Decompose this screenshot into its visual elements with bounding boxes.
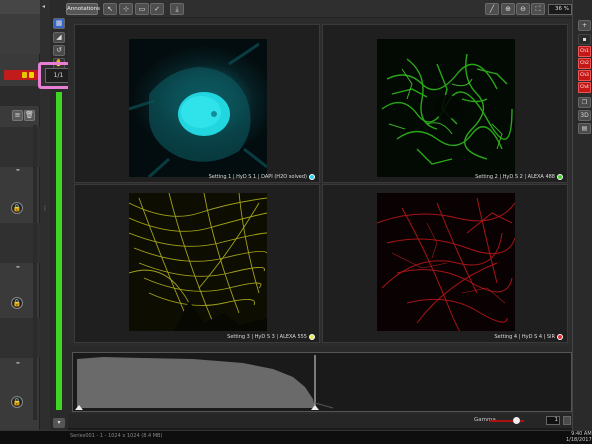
gamma-slider-handle[interactable] bbox=[513, 417, 520, 424]
channel-button-1[interactable]: Ch1 bbox=[578, 46, 591, 57]
yellow-indicator-1 bbox=[22, 72, 27, 78]
cyan-cell-drawing bbox=[129, 42, 267, 177]
3d-icon[interactable]: 3D bbox=[578, 110, 591, 121]
gradient-icon[interactable]: ◢ bbox=[53, 32, 65, 43]
select-icon[interactable]: ↖ bbox=[103, 3, 117, 15]
green-mitochondria-drawing bbox=[381, 53, 513, 165]
reset-icon[interactable]: ↺ bbox=[53, 45, 65, 56]
ortho-icon[interactable]: ▤ bbox=[578, 123, 591, 134]
yellow-indicator-2 bbox=[29, 72, 34, 78]
zoom-field[interactable]: 36 % bbox=[548, 4, 572, 15]
gamma-stepper[interactable] bbox=[563, 416, 571, 425]
channel-label-text: Setting 3 | HyD S 3 | ALEXA 555 bbox=[227, 334, 307, 340]
overlay-icon[interactable]: ▪ bbox=[578, 34, 591, 45]
channel-panel-4[interactable]: Setting 4 | HyD S 4 | SIR bbox=[322, 184, 568, 343]
zoom-out-icon[interactable]: ⊖ bbox=[516, 3, 530, 15]
channel-image-yellow[interactable] bbox=[129, 193, 267, 331]
clock: 9:40 AM 1/18/2017 bbox=[566, 431, 592, 443]
gamma-value-field[interactable]: 1 bbox=[546, 416, 560, 425]
channel-color-dot[interactable] bbox=[557, 334, 563, 340]
channel-panel-1[interactable]: Setting 1 | HyD S 1 | DAPI (H2O solved) bbox=[74, 24, 320, 183]
channel-image-green[interactable] bbox=[377, 39, 515, 177]
collapse-arrow-icon[interactable]: ◂ bbox=[42, 3, 45, 10]
left-panel-scrollbar[interactable] bbox=[33, 125, 37, 420]
right-panel: + ▪ Ch1 Ch2 Ch3 Ch4 ❐ 3D ▤ bbox=[572, 0, 592, 430]
channel-panel-3[interactable]: Setting 3 | HyD S 3 | ALEXA 555 bbox=[74, 184, 320, 343]
export-icon[interactable]: ⤓ bbox=[170, 3, 184, 15]
crop-icon[interactable]: ▭ bbox=[135, 3, 149, 15]
channel-label-3: Setting 3 | HyD S 3 | ALEXA 555 bbox=[227, 334, 315, 340]
channel-button-3[interactable]: Ch3 bbox=[578, 70, 591, 81]
fit-icon[interactable]: ⛶ bbox=[531, 3, 545, 15]
check-icon[interactable]: ✓ bbox=[150, 3, 164, 15]
list-icon[interactable]: ≡ bbox=[12, 110, 23, 121]
channel-button-2[interactable]: Ch2 bbox=[578, 58, 591, 69]
left-panel-section bbox=[0, 86, 40, 106]
channel-panel-2[interactable]: Setting 2 | HyD S 2 | ALEXA 488 bbox=[322, 24, 568, 183]
histogram-plot bbox=[75, 355, 334, 410]
mini-label: ▬ bbox=[16, 360, 20, 365]
channel-label-4: Setting 4 | HyD S 4 | SIR bbox=[494, 334, 563, 340]
annotations-button[interactable]: Annotations bbox=[66, 3, 100, 15]
channel-color-dot[interactable] bbox=[557, 174, 563, 180]
lock-icon[interactable]: 🔒 bbox=[11, 202, 23, 214]
stack-icon[interactable]: ❐ bbox=[578, 97, 591, 108]
channel-color-dot[interactable] bbox=[309, 334, 315, 340]
channel-label-1: Setting 1 | HyD S 1 | DAPI (H2O solved) bbox=[209, 174, 315, 180]
channel-image-cyan[interactable] bbox=[129, 39, 267, 177]
histogram[interactable] bbox=[72, 352, 572, 412]
line-tool-icon[interactable]: ╱ bbox=[485, 3, 499, 15]
green-channel-bar[interactable] bbox=[56, 92, 62, 410]
scroll-down-icon[interactable]: ▾ bbox=[53, 418, 65, 428]
add-icon[interactable]: + bbox=[578, 20, 591, 31]
mini-label: ▬ bbox=[16, 167, 20, 172]
pan-icon[interactable]: ⊹ bbox=[119, 3, 133, 15]
left-panel-header bbox=[0, 0, 40, 14]
left-panel: ≡ 🗑 ▬ 🔒 ▬ 🔒 ▬ 🔒 bbox=[0, 0, 40, 430]
channel-label-text: Setting 2 | HyD S 2 | ALEXA 488 bbox=[475, 174, 555, 180]
lut-icon[interactable]: ▦ bbox=[53, 18, 65, 29]
image-viewer[interactable]: Setting 1 | HyD S 1 | DAPI (H2O solved) bbox=[68, 18, 572, 346]
status-text: Series001 - 1 - 1024 x 1024 (8.4 MB) bbox=[70, 433, 163, 439]
left-panel-section bbox=[0, 14, 40, 54]
clock-date: 1/18/2017 bbox=[566, 437, 592, 443]
lock-icon[interactable]: 🔒 bbox=[11, 297, 23, 309]
grip-icon[interactable]: ⋮ bbox=[42, 205, 48, 212]
zoom-in-icon[interactable]: ⊕ bbox=[501, 3, 515, 15]
channel-label-text: Setting 1 | HyD S 1 | DAPI (H2O solved) bbox=[208, 174, 307, 180]
red-filament-drawing bbox=[377, 197, 515, 331]
channel-image-red[interactable] bbox=[377, 193, 515, 331]
lock-icon[interactable]: 🔒 bbox=[11, 396, 23, 408]
mini-label: ▬ bbox=[16, 264, 20, 269]
channel-label-2: Setting 2 | HyD S 2 | ALEXA 488 bbox=[475, 174, 563, 180]
yellow-filament-drawing bbox=[129, 193, 267, 331]
channel-button-4[interactable]: Ch4 bbox=[578, 82, 591, 93]
trash-icon[interactable]: 🗑 bbox=[24, 110, 35, 121]
channel-color-dot[interactable] bbox=[309, 174, 315, 180]
channel-label-text: Setting 4 | HyD S 4 | SIR bbox=[494, 334, 555, 340]
